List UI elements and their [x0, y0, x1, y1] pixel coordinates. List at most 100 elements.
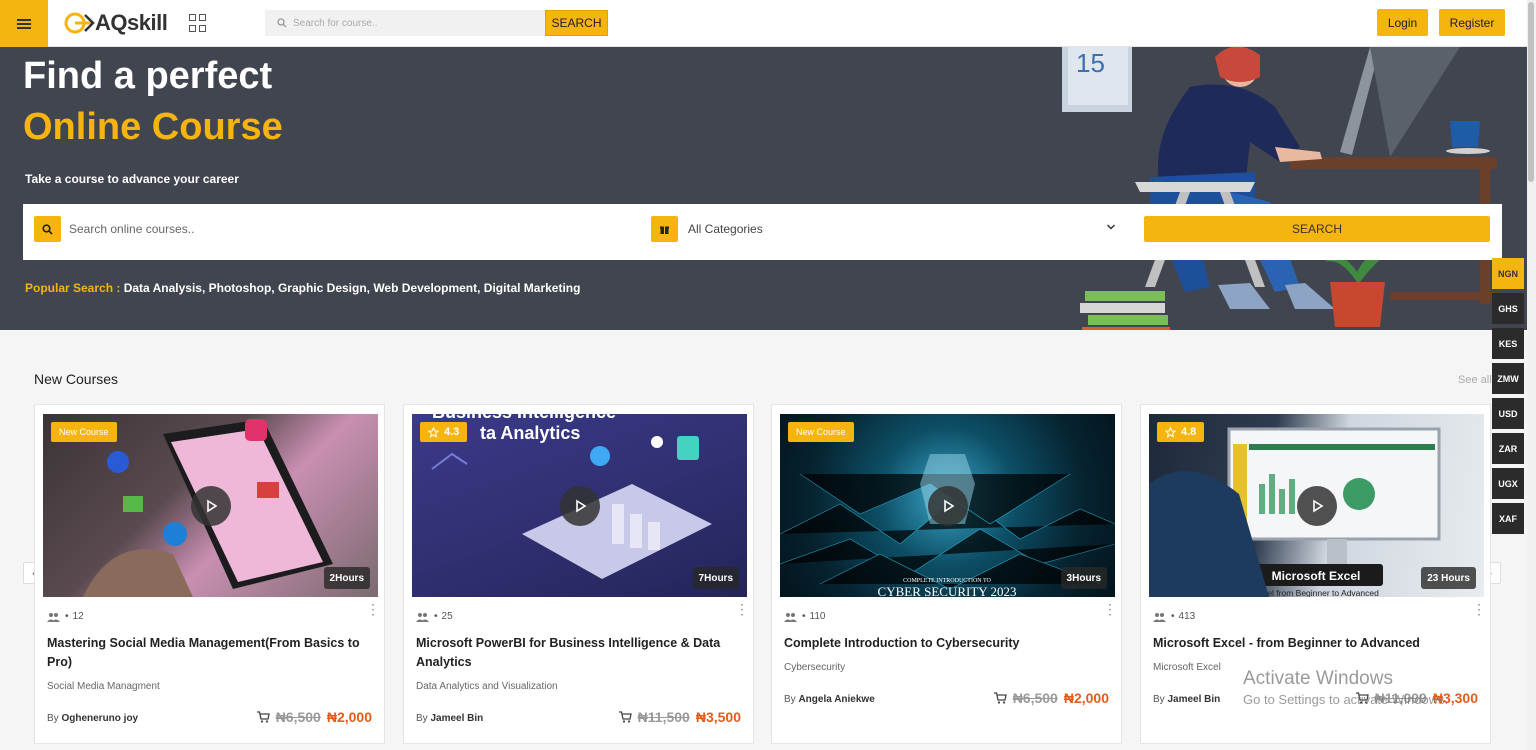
course-title[interactable]: Mastering Social Media Management(From B… [47, 634, 367, 672]
course-title[interactable]: Complete Introduction to Cybersecurity [784, 634, 1104, 653]
popular-search-items[interactable]: Data Analysis, Photoshop, Graphic Design… [124, 281, 581, 295]
windows-activation-watermark: Activate Windows Go to Settings to activ… [1243, 668, 1448, 707]
section-title: New Courses [34, 371, 119, 387]
old-price: ₦6,500 [1012, 690, 1058, 706]
logo-text: AQskill [95, 10, 168, 35]
course-search-button[interactable]: SEARCH [1144, 216, 1490, 242]
student-count-value: 12 [72, 611, 84, 622]
cart-icon[interactable] [618, 711, 632, 723]
course-category: Cybersecurity [784, 662, 846, 673]
currency-ugx[interactable]: UGX [1492, 468, 1524, 499]
see-all-link[interactable]: See all [1458, 374, 1492, 386]
course-title[interactable]: Microsoft PowerBI for Business Intellige… [416, 634, 736, 672]
register-button[interactable]: Register [1439, 9, 1505, 36]
calendar-number: 15 [1076, 48, 1105, 78]
play-button[interactable] [190, 485, 231, 526]
course-price: ₦11,500 ₦3,500 [618, 709, 741, 725]
old-price: ₦6,500 [275, 709, 321, 725]
more-options-icon[interactable]: ⋮ [735, 602, 749, 616]
play-button[interactable] [559, 485, 600, 526]
watermark-line1: Activate Windows [1243, 668, 1393, 689]
old-price: ₦11,500 [637, 709, 690, 725]
more-options-icon[interactable]: ⋮ [366, 602, 380, 616]
hamburger-menu-button[interactable] [0, 0, 48, 47]
category-select[interactable]: All Categories [688, 222, 763, 236]
users-icon [784, 612, 797, 622]
course-duration: 3Hours [1060, 567, 1107, 589]
thumbnail-text-line2: Excel from Beginner to Advanced [1253, 588, 1379, 597]
gift-icon [651, 216, 678, 242]
new-price: ₦3,500 [695, 709, 741, 725]
header-search-box [265, 10, 545, 36]
currency-kes[interactable]: KES [1492, 328, 1524, 359]
scrollbar-thumb[interactable] [1528, 2, 1534, 182]
apps-grid-icon[interactable] [189, 14, 207, 32]
course-duration: 2Hours [323, 567, 370, 589]
site-logo[interactable]: AQskill [63, 9, 168, 37]
course-author: By Jameel Bin [1153, 694, 1221, 705]
student-count-value: 110 [809, 611, 826, 622]
course-badge: New Course [788, 422, 854, 442]
course-duration: 23 Hours [1421, 567, 1476, 589]
course-thumbnail[interactable]: Microsoft Excel Excel from Beginner to A… [1149, 414, 1484, 597]
header-search-input[interactable] [293, 17, 533, 29]
play-icon [206, 499, 218, 512]
currency-ghs[interactable]: GHS [1492, 293, 1524, 324]
currency-zar[interactable]: ZAR [1492, 433, 1524, 464]
course-thumbnail[interactable]: New Course 2Hours [43, 414, 378, 597]
play-button[interactable] [927, 485, 968, 526]
course-rating-badge: 4.3 [420, 422, 468, 442]
course-rating: 4.3 [444, 426, 460, 438]
chevron-down-icon[interactable] [1106, 222, 1116, 232]
course-title[interactable]: Microsoft Excel - from Beginner to Advan… [1153, 634, 1473, 653]
course-author: By Angela Aniekwe [784, 694, 875, 705]
currency-usd[interactable]: USD [1492, 398, 1524, 429]
course-search-panel: All Categories SEARCH [23, 204, 1502, 260]
course-category: Data Analytics and Visualization [416, 681, 558, 692]
currency-zmw[interactable]: ZMW [1492, 363, 1524, 394]
login-button[interactable]: Login [1377, 9, 1428, 36]
header-search-button[interactable]: SEARCH [545, 10, 608, 36]
course-duration: 7Hours [692, 567, 739, 589]
play-icon [943, 499, 955, 512]
currency-xaf[interactable]: XAF [1492, 503, 1524, 534]
hero-banner: 15 Find a perfect Online Course Take a c… [0, 47, 1527, 330]
course-rating-badge: 4.8 [1157, 422, 1205, 442]
new-price: ₦2,000 [326, 709, 372, 725]
cart-icon[interactable] [993, 692, 1007, 704]
more-options-icon[interactable]: ⋮ [1472, 602, 1486, 616]
play-button[interactable] [1296, 485, 1337, 526]
hero-subtitle: Take a course to advance your career [25, 172, 239, 186]
course-author: By Jameel Bin [416, 713, 484, 724]
thumbnail-text-line1: Business Intelligence [432, 414, 616, 422]
course-thumbnail[interactable]: Business Intelligence ta Analytics 4.3 7… [412, 414, 747, 597]
student-count: • 110 [784, 611, 825, 622]
users-icon [416, 612, 429, 622]
course-thumbnail[interactable]: COMPLETE INTRODUCTION TO CYBER SECURITY … [780, 414, 1115, 597]
page-scrollbar[interactable] [1527, 0, 1536, 750]
course-card[interactable]: Business Intelligence ta Analytics 4.3 7… [403, 404, 754, 744]
users-icon [47, 612, 60, 622]
popular-search: Popular Search : Data Analysis, Photosho… [25, 281, 580, 295]
star-icon [428, 426, 439, 438]
thumbnail-text-line2: CYBER SECURITY 2023 [878, 584, 1017, 597]
popular-search-label: Popular Search : [25, 281, 121, 295]
hero-title-line1: Find a perfect [23, 55, 273, 97]
play-icon [575, 499, 587, 512]
play-icon [1312, 499, 1324, 512]
search-icon [277, 18, 287, 28]
course-search-input[interactable] [69, 222, 569, 236]
course-badge: New Course [51, 422, 117, 442]
currency-ngn[interactable]: NGN [1492, 258, 1524, 289]
course-card[interactable]: COMPLETE INTRODUCTION TO CYBER SECURITY … [771, 404, 1122, 744]
course-author: By Ogheneruno joy [47, 713, 139, 724]
student-count: • 413 [1153, 611, 1195, 622]
users-icon [1153, 612, 1166, 622]
logo-icon [64, 12, 95, 34]
course-price: ₦6,500 ₦2,000 [256, 709, 372, 725]
cart-icon[interactable] [256, 711, 270, 723]
more-options-icon[interactable]: ⋮ [1103, 602, 1117, 616]
course-card[interactable]: New Course 2Hours • 12 ⋮ Mastering Socia… [34, 404, 385, 744]
thumbnail-text-line2: ta Analytics [480, 423, 580, 443]
search-icon [34, 216, 61, 242]
